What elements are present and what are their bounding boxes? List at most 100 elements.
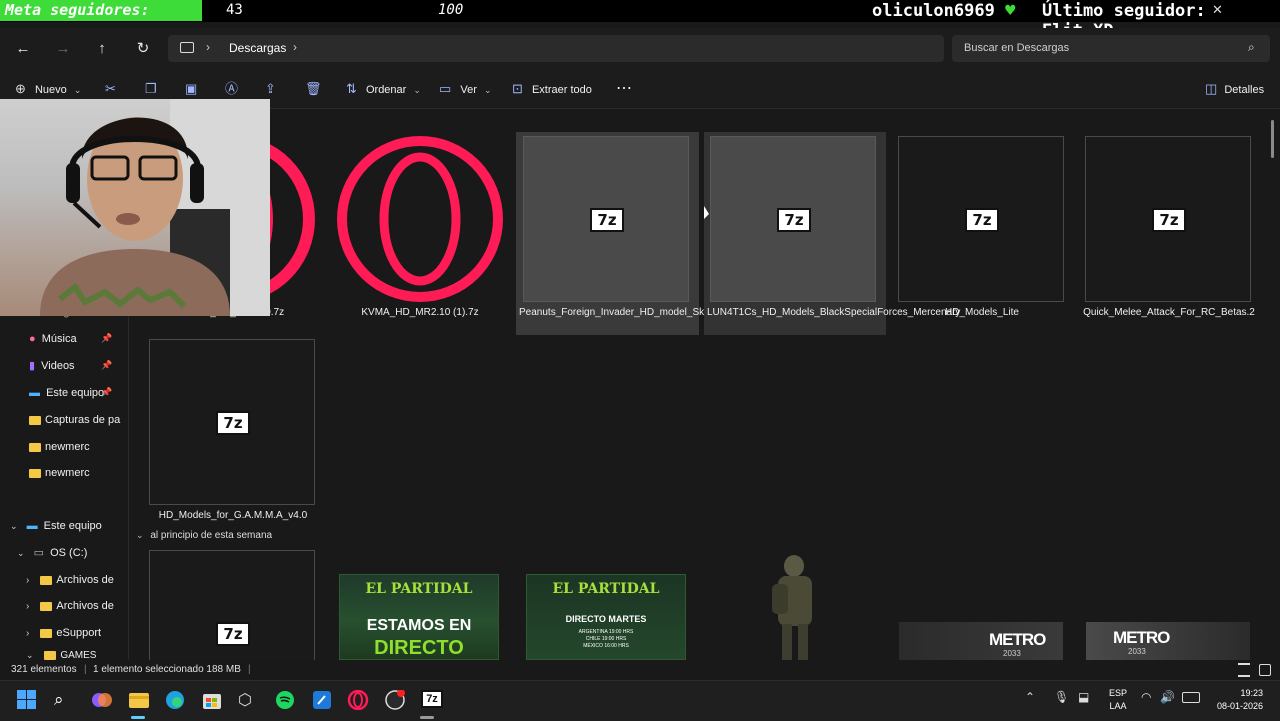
metro-2033-thumbnail[interactable]: METRO 2033 [1086,622,1250,660]
sidebar-item-label: newmerc [45,467,90,479]
details-view-icon[interactable] [1238,663,1250,677]
sort-button[interactable]: ⇅ Ordenar ⌄ [346,80,421,98]
archive-thumbnail[interactable]: 7z [149,339,315,505]
refresh-button[interactable]: ↻ [132,38,154,60]
search-icon: ⌕ [1248,40,1255,54]
microsoft-store-icon[interactable] [201,690,223,710]
sidebar-item-this-pc[interactable]: ▬ Este equipo [29,381,104,405]
breadcrumb[interactable]: Descargas [229,41,286,55]
clock-date: 08-01-2026 [1216,701,1263,711]
sidebar-item-label: OS (C:) [50,547,88,559]
tiles-view-icon[interactable] [1259,664,1271,676]
archive-thumbnail[interactable]: 7z [523,136,689,302]
file-name[interactable]: Quick_Melee_Attack_For_RC_Betas.2 [1081,306,1257,319]
details-label: Detalles [1224,84,1265,96]
search-icon[interactable]: ⌕ [54,690,76,710]
microphone-icon[interactable]: 🎙 [1054,690,1069,704]
content-scrollbar[interactable] [1271,120,1274,158]
sidebar-item-program-files[interactable]: › Archivos de [26,568,114,592]
sidebar-item-esupport[interactable]: › eSupport [26,621,101,645]
stream-schedule-thumbnail[interactable]: EL PARTIDAL DIRECTO MARTES ARGENTINA 19:… [526,574,686,660]
sidebar-item-this-pc-tree[interactable]: ⌄ ▬ Este equipo [10,514,102,538]
opera-gx-icon[interactable] [347,689,369,711]
extract-all-button[interactable]: ⊡ Extraer todo [512,80,592,98]
streamer-name: oliculon6969 [872,1,995,21]
7z-archive-icon: 7z [777,208,811,232]
separator: | [248,664,251,675]
archive-thumbnail[interactable]: 7z [149,550,315,660]
archive-thumbnail[interactable]: 7z [710,136,876,302]
group-header[interactable]: ⌄ al principio de esta semana [136,530,272,541]
vscode-icon[interactable] [311,690,333,710]
monitor-icon [180,42,194,53]
opera-icon-thumbnail[interactable] [336,135,504,303]
archive-thumbnail[interactable]: 7z [898,136,1064,302]
address-bar[interactable]: › Descargas › [168,35,944,62]
file-name[interactable]: HD_Models_Lite [894,306,1070,319]
clock[interactable]: 19:23 08-01-2026 [1207,688,1263,711]
sidebar-item-label: Este equipo [46,387,105,399]
wifi-icon[interactable]: ◠ [1141,690,1151,704]
sidebar-item-label: Videos [41,360,75,372]
details-button[interactable]: ◫ Detalles [1205,80,1264,98]
up-button[interactable]: ↑ [91,38,113,60]
file-name[interactable]: KVMA_HD_MR2.10 (1).7z [332,306,508,319]
metro-2033-thumbnail[interactable]: METRO 2033 [899,622,1063,660]
sidebar-item-games[interactable]: ⌄ GAMES [26,650,96,660]
sidebar-item-newmerc-2[interactable]: newmerc [29,461,90,485]
view-button[interactable]: ▭ Ver ⌄ [439,80,491,98]
copilot-icon[interactable] [91,690,113,710]
computer-icon: ▬ [26,520,38,532]
chevron-right-icon: › [26,628,30,639]
folder-icon [29,415,41,425]
banner-title: EL PARTIDAL [552,581,660,597]
banner-line: DIRECTO MARTES [565,614,647,624]
sidebar-item-screenshots[interactable]: Capturas de pa [29,408,120,432]
close-icon[interactable]: ✕ [1212,2,1223,18]
banner-line: ESTAMOS EN [366,617,472,634]
separator: | [84,664,87,675]
search-input[interactable]: Buscar en Descargas ⌕ [952,35,1270,62]
stalker-character-thumbnail[interactable] [752,552,822,660]
windows-start-icon[interactable] [16,690,38,710]
input-language[interactable]: ESP LAA [1109,688,1127,711]
chevron-up-icon[interactable]: ⌃ [1025,690,1035,704]
more-options-icon[interactable]: ⋯ [616,80,632,98]
7z-archive-icon: 7z [216,411,250,435]
metro-title: METRO [989,630,1046,649]
file-name[interactable]: LUN4T1Cs_HD_Models_BlackSpecialForces_Me… [707,306,960,319]
volume-icon[interactable]: 🔊 [1160,690,1175,704]
back-button[interactable]: ← [12,38,34,60]
chevron-right-icon: › [26,601,30,612]
sidebar-item-label: newmerc [45,441,90,453]
stream-banner-thumbnail[interactable]: EL PARTIDAL ESTAMOS EN DIRECTO [339,574,499,660]
delete-icon[interactable]: 🗑 [305,80,322,98]
chevron-right-icon: › [206,40,210,54]
obs-icon[interactable] [384,689,406,710]
sidebar-item-videos[interactable]: ▮ Videos [29,354,75,378]
file-explorer-icon[interactable] [128,690,150,710]
new-button[interactable]: ⊕ Nuevo ⌄ [15,80,81,98]
item-count: 321 elementos [11,664,77,675]
cut-icon[interactable]: ✂ [105,80,116,98]
rename-icon[interactable]: Ⓐ [225,80,238,98]
sidebar-item-music[interactable]: ● Música [29,327,77,351]
sidebar-item-drive-c[interactable]: ⌄ ▭ OS (C:) [17,541,87,565]
file-name[interactable]: HD_Models_for_G.A.M.M.A_v4.0 [145,509,321,522]
sidebar-item-program-files-x86[interactable]: › Archivos de [26,594,114,618]
paste-icon[interactable]: ▣ [185,80,197,98]
edge-icon[interactable] [164,690,186,710]
clock-time: 19:23 [1240,688,1263,698]
sidebar-item-newmerc[interactable]: newmerc [29,435,90,459]
file-name[interactable]: Peanuts_Foreign_Invader_HD_model_Skins [519,306,717,319]
copy-icon[interactable]: ❐ [145,80,157,98]
forward-button[interactable]: → [52,38,74,60]
archive-thumbnail[interactable]: 7z [1085,136,1251,302]
tray-app-icon[interactable]: ⬓ [1078,690,1089,704]
app-hexagon-icon[interactable]: ⬡ [238,690,260,710]
share-icon[interactable]: ⇪ [265,80,276,98]
spotify-icon[interactable] [274,690,296,710]
battery-icon[interactable] [1182,692,1200,703]
streamer-webcam-image [40,99,270,316]
7zip-icon[interactable]: 7z [421,690,443,708]
